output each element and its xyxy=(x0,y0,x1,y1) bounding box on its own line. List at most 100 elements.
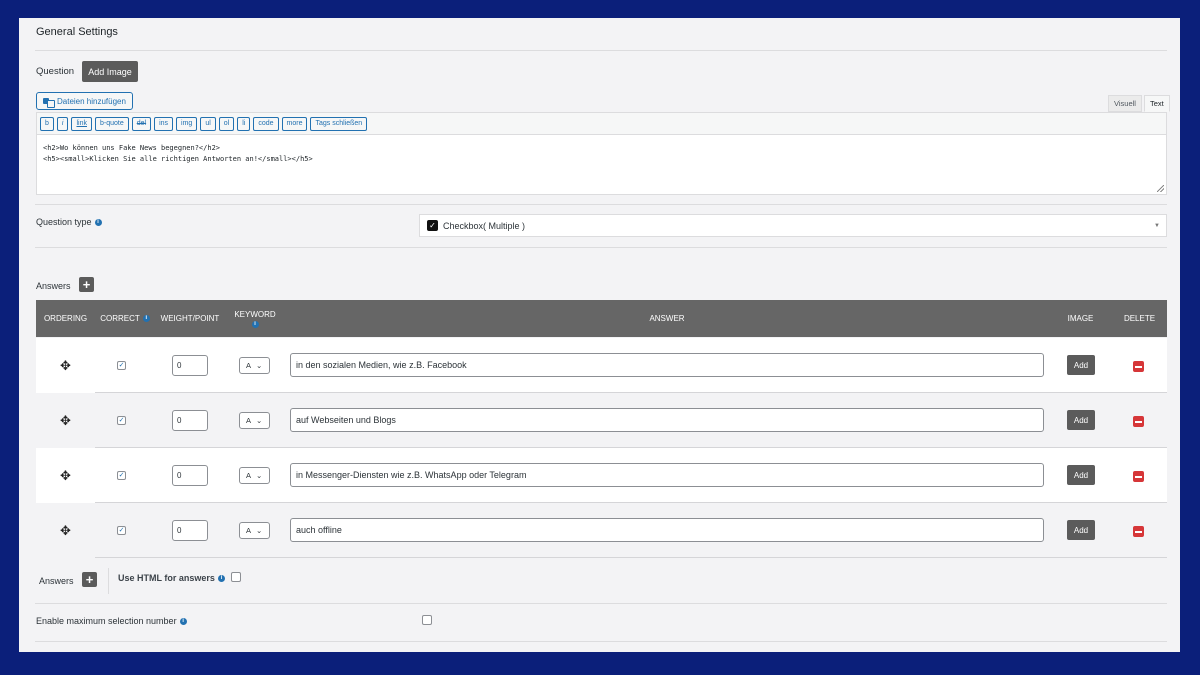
col-correct-label: CORRECT xyxy=(100,314,140,323)
media-icon xyxy=(43,97,55,108)
answer-input[interactable]: in Messenger-Diensten wie z.B. WhatsApp … xyxy=(290,463,1044,487)
weight-input[interactable]: 0 xyxy=(172,355,208,376)
answer-row: ✥ ✓ 0 A ⌄ auch offline Add xyxy=(36,503,1167,558)
keyword-select[interactable]: A ⌄ xyxy=(239,522,270,539)
minus-delete-icon[interactable] xyxy=(1133,361,1144,372)
col-weight: WEIGHT/POINT xyxy=(160,314,220,323)
question-type-value: Checkbox( Multiple ) xyxy=(443,220,526,231)
max-selection-checkbox[interactable] xyxy=(422,615,432,625)
answer-input[interactable]: auch offline xyxy=(290,518,1044,542)
del-button[interactable]: del xyxy=(131,116,152,131)
move-arrows-icon[interactable]: ✥ xyxy=(36,393,95,448)
answers-table-header: ORDERING CORRECT i WEIGHT/POINT KEYWORD … xyxy=(36,300,1167,337)
editor-toolbar: b i link b-quote del ins img ul ol li co… xyxy=(37,113,1166,135)
question-type-label: Question type i xyxy=(36,217,102,227)
question-label: Question xyxy=(36,66,75,77)
divider xyxy=(35,603,1167,604)
plus-icon: + xyxy=(82,277,91,292)
answers-footer-label: Answers xyxy=(39,576,74,586)
keyword-value: A xyxy=(246,471,252,480)
keyword-select[interactable]: A ⌄ xyxy=(239,467,270,484)
editor-textarea[interactable]: <h2>Wo können uns Fake News begegnen?</h… xyxy=(43,143,313,165)
max-selection-text: Enable maximum selection number xyxy=(36,616,177,626)
divider xyxy=(108,568,109,594)
add-answer-image-button[interactable]: Add xyxy=(1067,410,1095,430)
divider xyxy=(35,50,1167,51)
content-line: <h2>Wo können uns Fake News begegnen?</h… xyxy=(43,144,221,152)
section-title: General Settings xyxy=(36,26,118,38)
correct-checkbox[interactable]: ✓ xyxy=(117,361,126,370)
move-arrows-icon[interactable]: ✥ xyxy=(36,448,95,503)
add-answer-button[interactable]: + xyxy=(79,277,94,292)
divider xyxy=(35,247,1167,248)
minus-delete-icon[interactable] xyxy=(1133,526,1144,537)
close-tags-button[interactable]: Tags schließen xyxy=(310,116,368,131)
keyword-value: A xyxy=(246,416,252,425)
info-icon[interactable]: i xyxy=(94,218,102,226)
correct-checkbox[interactable]: ✓ xyxy=(117,416,126,425)
img-button[interactable]: img xyxy=(176,116,198,131)
resize-handle-icon[interactable] xyxy=(1157,185,1164,192)
use-html-text: Use HTML for answers xyxy=(118,573,215,583)
col-delete: DELETE xyxy=(1123,314,1156,323)
move-arrows-icon[interactable]: ✥ xyxy=(36,338,95,393)
correct-checkbox[interactable]: ✓ xyxy=(117,526,126,535)
add-media-label: Dateien hinzufügen xyxy=(57,96,126,106)
plus-icon: + xyxy=(85,572,94,587)
col-keyword-label: KEYWORD xyxy=(234,309,276,319)
move-arrows-icon[interactable]: ✥ xyxy=(36,503,95,558)
question-editor[interactable]: b i link b-quote del ins img ul ol li co… xyxy=(36,112,1167,195)
col-ordering: ORDERING xyxy=(43,314,88,323)
divider xyxy=(35,204,1167,205)
question-type-text: Question type xyxy=(36,217,92,227)
chevron-down-icon: ⌄ xyxy=(256,416,263,425)
add-image-button[interactable]: Add Image xyxy=(82,61,138,82)
weight-input[interactable]: 0 xyxy=(172,410,208,431)
ins-button[interactable]: ins xyxy=(154,116,174,131)
correct-checkbox[interactable]: ✓ xyxy=(117,471,126,480)
tab-visual[interactable]: Visuell xyxy=(1108,95,1142,112)
add-answer-image-button[interactable]: Add xyxy=(1067,520,1095,540)
keyword-value: A xyxy=(246,526,252,535)
answer-input[interactable]: auf Webseiten und Blogs xyxy=(290,408,1044,432)
add-answer-image-button[interactable]: Add xyxy=(1067,355,1095,375)
divider xyxy=(35,641,1167,642)
ul-button[interactable]: ul xyxy=(200,116,216,131)
question-type-select[interactable]: ✓ Checkbox( Multiple ) ▼ xyxy=(419,214,1167,237)
link-button[interactable]: link xyxy=(71,116,92,131)
add-answer-image-button[interactable]: Add xyxy=(1067,465,1095,485)
checkbox-icon: ✓ xyxy=(427,220,438,231)
content-line: <h5><small>Klicken Sie alle richtigen An… xyxy=(43,155,313,163)
chevron-down-icon: ⌄ xyxy=(256,471,263,480)
keyword-select[interactable]: A ⌄ xyxy=(239,412,270,429)
li-button[interactable]: li xyxy=(237,116,251,131)
weight-input[interactable]: 0 xyxy=(172,520,208,541)
info-icon[interactable]: i xyxy=(217,574,225,582)
use-html-label: Use HTML for answers i xyxy=(118,573,225,583)
weight-input[interactable]: 0 xyxy=(172,465,208,486)
answer-row: ✥ ✓ 0 A ⌄ in Messenger-Diensten wie z.B. … xyxy=(36,448,1167,503)
max-selection-label: Enable maximum selection number i xyxy=(36,616,187,626)
more-button[interactable]: more xyxy=(281,116,308,131)
keyword-value: A xyxy=(246,361,252,370)
add-media-button[interactable]: Dateien hinzufügen xyxy=(36,92,133,110)
answers-label: Answers xyxy=(36,281,71,291)
col-correct: CORRECT i xyxy=(95,300,155,337)
add-answer-bottom-button[interactable]: + xyxy=(82,572,97,587)
info-icon[interactable]: i xyxy=(179,617,187,625)
bold-button[interactable]: b xyxy=(40,116,54,131)
ol-button[interactable]: ol xyxy=(218,116,235,131)
minus-delete-icon[interactable] xyxy=(1133,471,1144,482)
info-icon[interactable]: i xyxy=(251,320,259,328)
tab-text[interactable]: Text xyxy=(1144,95,1170,112)
chevron-down-icon: ▼ xyxy=(1154,223,1160,229)
minus-delete-icon[interactable] xyxy=(1133,416,1144,427)
keyword-select[interactable]: A ⌄ xyxy=(239,357,270,374)
blockquote-button[interactable]: b-quote xyxy=(94,116,129,131)
col-answer: ANSWER xyxy=(649,314,685,323)
italic-button[interactable]: i xyxy=(56,116,69,131)
answer-input[interactable]: in den sozialen Medien, wie z.B. Faceboo… xyxy=(290,353,1044,377)
use-html-checkbox[interactable] xyxy=(231,572,241,582)
code-button[interactable]: code xyxy=(253,116,279,131)
info-icon[interactable]: i xyxy=(142,315,150,322)
